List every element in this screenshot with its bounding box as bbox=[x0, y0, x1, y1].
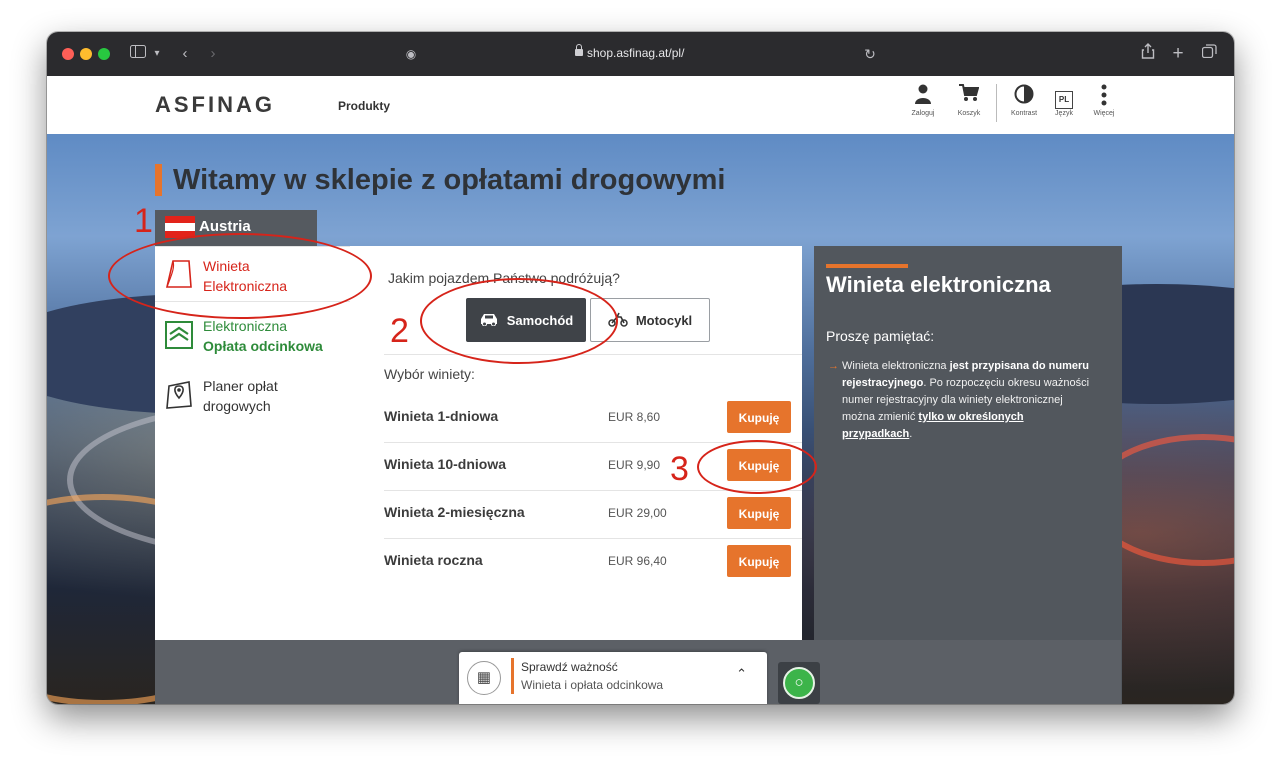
user-icon bbox=[903, 84, 943, 108]
reload-icon[interactable]: ↻ bbox=[861, 43, 879, 65]
language-icon: PL bbox=[1044, 84, 1084, 109]
annotation-ellipse-1 bbox=[108, 233, 372, 319]
browser-window: ▾ ‹ › ◉ shop.asfinag.at/pl/ ↻ + ASFINAG … bbox=[47, 32, 1234, 704]
login-button[interactable]: Zaloguj bbox=[903, 84, 943, 117]
browser-toolbar: ▾ ‹ › ◉ shop.asfinag.at/pl/ ↻ + bbox=[47, 32, 1234, 76]
info-accent-bar bbox=[826, 264, 908, 268]
url-text: shop.asfinag.at/pl/ bbox=[587, 46, 685, 60]
tab-overview-icon[interactable] bbox=[1199, 43, 1219, 65]
cart-icon bbox=[949, 84, 989, 108]
close-window-button[interactable] bbox=[62, 48, 74, 60]
vignette-row: Winieta roczna EUR 96,40 Kupuję bbox=[384, 539, 802, 585]
address-bar[interactable]: shop.asfinag.at/pl/ bbox=[407, 40, 877, 68]
back-icon[interactable]: ‹ bbox=[177, 43, 193, 65]
map-pin-icon bbox=[165, 378, 193, 410]
language-button[interactable]: PL Język bbox=[1044, 84, 1084, 117]
cart-button[interactable]: Koszyk bbox=[949, 84, 989, 117]
info-subtitle: Proszę pamiętać: bbox=[826, 328, 935, 344]
minimize-window-button[interactable] bbox=[80, 48, 92, 60]
buy-button[interactable]: Kupuję bbox=[727, 401, 791, 433]
buy-button[interactable]: Kupuję bbox=[727, 545, 791, 577]
annotation-ellipse-3 bbox=[697, 440, 817, 494]
info-text: → Winieta elektroniczna jest przypisana d… bbox=[828, 360, 1090, 440]
arrow-right-icon: → bbox=[828, 360, 839, 372]
check-validity-subtitle: Winieta i opłata odcinkowa bbox=[521, 678, 664, 692]
annotation-ellipse-2 bbox=[420, 278, 618, 364]
hero-section: Witamy w sklepie z opłatami drogowymi Au… bbox=[47, 134, 1234, 704]
check-validity-widget[interactable]: ▦ Sprawdź ważność Winieta i opłata odcin… bbox=[459, 652, 767, 704]
site-header: ASFINAG Produkty Zaloguj Koszyk Kontrast… bbox=[47, 76, 1234, 135]
products-menu[interactable]: Produkty bbox=[338, 99, 390, 113]
menu-item-toll-planner[interactable]: Planer opłat drogowych bbox=[155, 366, 350, 426]
vignette-choice-label: Wybór winiety: bbox=[384, 366, 475, 382]
sidebar-toggle-icon[interactable] bbox=[127, 43, 149, 65]
info-title: Winieta elektroniczna bbox=[826, 272, 1051, 297]
chat-icon: ○ bbox=[783, 667, 815, 699]
annotation-number-1: 1 bbox=[134, 202, 153, 240]
zoom-window-button[interactable] bbox=[98, 48, 110, 60]
check-validity-title: Sprawdź ważność bbox=[521, 660, 618, 674]
chevron-down-icon[interactable]: ▾ bbox=[150, 43, 164, 65]
more-icon bbox=[1084, 84, 1124, 108]
more-button[interactable]: Więcej bbox=[1084, 84, 1124, 117]
chevron-up-icon[interactable]: ⌃ bbox=[736, 666, 747, 682]
annotation-number-3: 3 bbox=[670, 450, 689, 488]
section-toll-icon bbox=[165, 318, 193, 350]
vignette-row: Winieta 1-dniowa EUR 8,60 Kupuję bbox=[384, 395, 802, 441]
new-tab-icon[interactable]: + bbox=[1169, 43, 1187, 65]
chat-button[interactable]: ○ bbox=[778, 662, 820, 704]
contrast-button[interactable]: Kontrast bbox=[1004, 84, 1044, 117]
annotation-number-2: 2 bbox=[390, 312, 409, 350]
austria-flag-icon bbox=[165, 216, 195, 238]
lock-icon bbox=[575, 44, 583, 56]
calendar-icon: ▦ bbox=[467, 661, 501, 695]
vignette-row: Winieta 2-miesięczna EUR 29,00 Kupuję bbox=[384, 491, 802, 537]
share-icon[interactable] bbox=[1139, 43, 1157, 65]
forward-icon[interactable]: › bbox=[205, 43, 221, 65]
asfinag-logo[interactable]: ASFINAG bbox=[155, 92, 275, 118]
buy-button[interactable]: Kupuję bbox=[727, 497, 791, 529]
header-divider bbox=[996, 84, 997, 122]
contrast-icon bbox=[1004, 84, 1044, 108]
info-panel: Winieta elektroniczna Proszę pamiętać: →… bbox=[814, 246, 1122, 704]
page-title: Witamy w sklepie z opłatami drogowymi bbox=[155, 164, 725, 197]
